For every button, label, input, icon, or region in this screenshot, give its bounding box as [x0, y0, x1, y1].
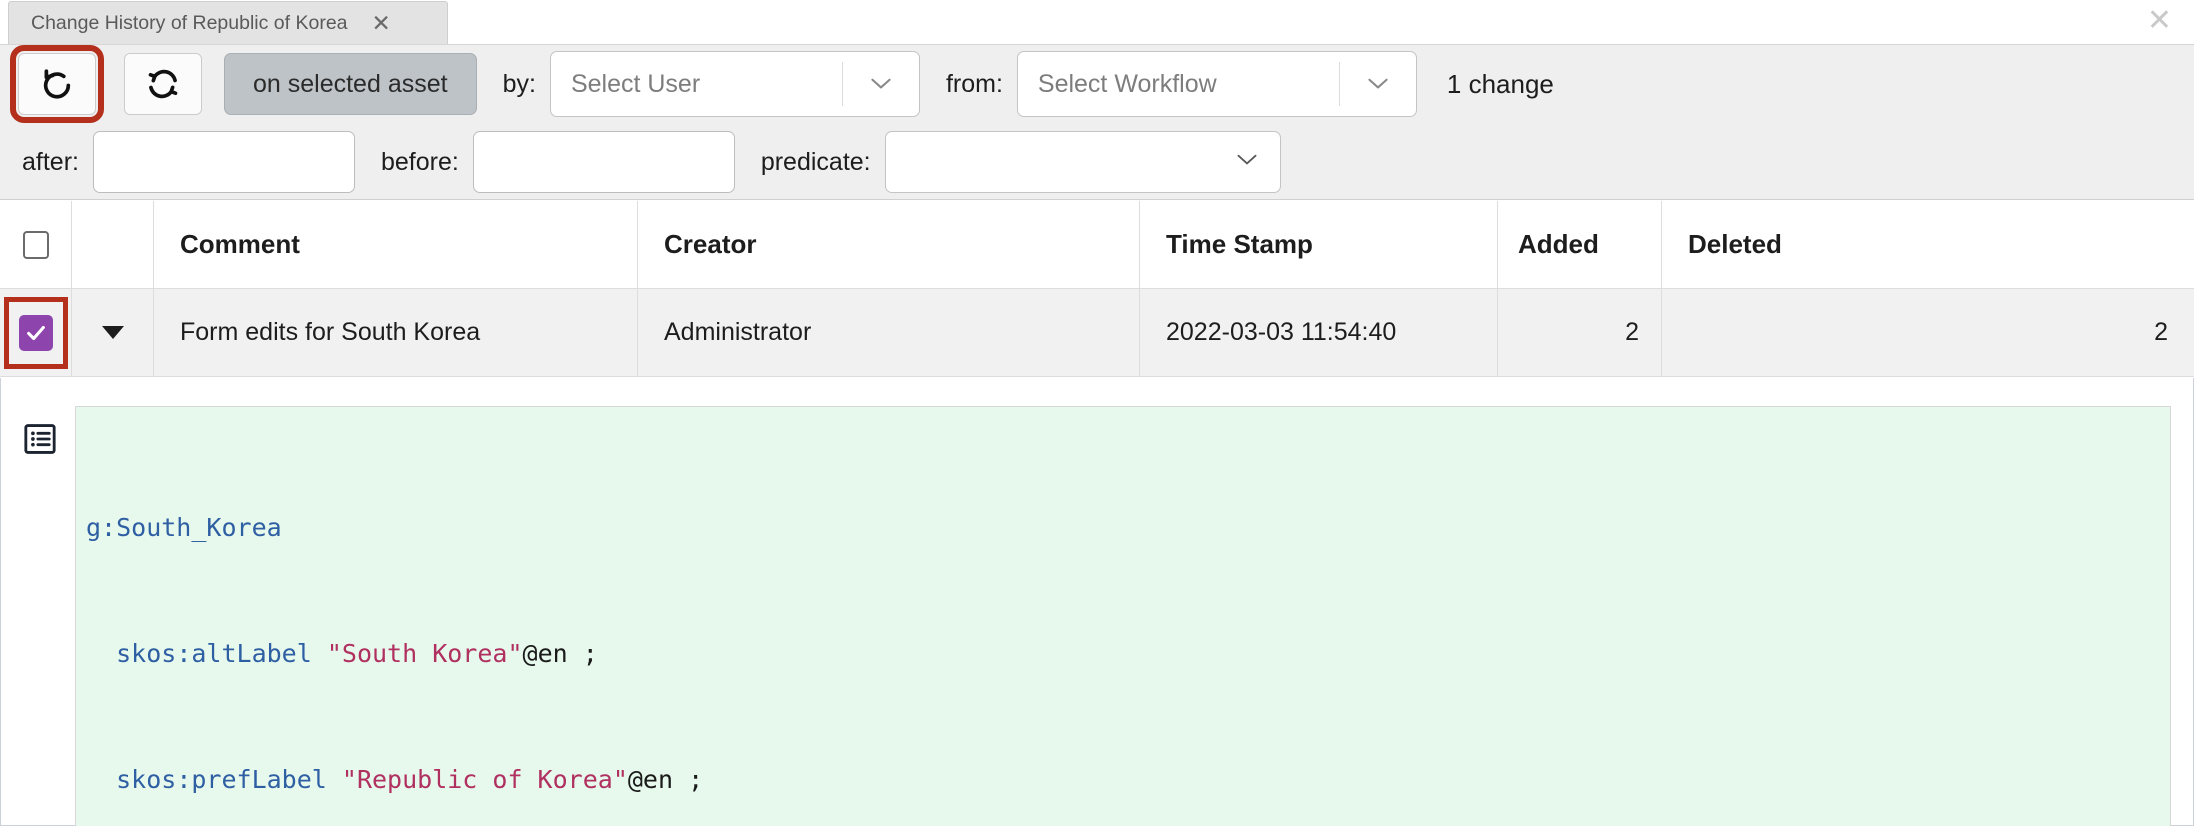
close-icon[interactable]: ✕ [372, 12, 391, 35]
workflow-select-value: Select Workflow [1018, 70, 1339, 99]
refresh-button[interactable] [124, 53, 202, 115]
select-all-cell[interactable] [0, 201, 72, 288]
table-row[interactable]: Form edits for South Korea Administrator… [0, 289, 2194, 377]
row-creator: Administrator [638, 289, 1140, 376]
chevron-down-icon[interactable] [1236, 153, 1258, 171]
diff-blocks: g:South_Korea skos:altLabel "South Korea… [75, 406, 2171, 826]
refresh-icon [146, 67, 180, 101]
row-deleted-count: 2 [1662, 289, 2194, 376]
by-label: by: [503, 70, 536, 99]
user-select[interactable]: Select User [550, 51, 920, 117]
scope-toggle-label: on selected asset [253, 70, 448, 99]
change-count-label: 1 change [1447, 69, 1554, 100]
diff-added-line-0: skos:altLabel "South Korea"@en ; [76, 633, 2170, 675]
expander-header-cell [72, 201, 154, 288]
chevron-down-icon[interactable] [102, 326, 124, 339]
change-history-table: Comment Creator Time Stamp Added Deleted… [0, 201, 2194, 377]
after-label: after: [22, 148, 79, 177]
window-close-icon[interactable]: ✕ [2147, 6, 2172, 36]
tab-title: Change History of Republic of Korea [31, 12, 348, 35]
scope-toggle-button[interactable]: on selected asset [224, 53, 477, 115]
select-all-checkbox[interactable] [23, 231, 49, 259]
chevron-down-icon[interactable] [843, 78, 919, 90]
row-expander-cell[interactable] [72, 289, 154, 376]
workflow-select[interactable]: Select Workflow [1017, 51, 1417, 117]
header-timestamp[interactable]: Time Stamp [1140, 201, 1498, 288]
list-details-icon[interactable] [23, 422, 57, 456]
diff-added-line-1: skos:prefLabel "Republic of Korea"@en ; [76, 759, 2170, 801]
row-select-cell[interactable] [0, 289, 72, 376]
row-comment: Form edits for South Korea [154, 289, 638, 376]
predicate-label: predicate: [761, 148, 871, 177]
header-deleted[interactable]: Deleted [1662, 201, 2194, 288]
filter-row-secondary: after: before: predicate: [0, 123, 2194, 201]
row-select-highlight [9, 302, 63, 364]
predicate-select[interactable] [885, 131, 1281, 193]
header-creator[interactable]: Creator [638, 201, 1140, 288]
diff-block-added: g:South_Korea skos:altLabel "South Korea… [76, 407, 2170, 826]
undo-icon [40, 67, 74, 101]
tab-change-history[interactable]: Change History of Republic of Korea ✕ [8, 1, 448, 44]
before-label: before: [381, 148, 459, 177]
filter-toolbar: on selected asset by: Select User from: … [0, 44, 2194, 200]
diff-panel: g:South_Korea skos:altLabel "South Korea… [0, 378, 2194, 826]
tab-strip: Change History of Republic of Korea ✕ ✕ [0, 0, 2194, 44]
chevron-down-icon[interactable] [1340, 78, 1416, 90]
row-select-checkbox[interactable] [19, 315, 53, 351]
after-date-input[interactable] [93, 131, 355, 193]
row-timestamp: 2022-03-03 11:54:40 [1140, 289, 1498, 376]
user-select-value: Select User [551, 70, 842, 99]
table-header-row: Comment Creator Time Stamp Added Deleted [0, 201, 2194, 289]
from-label: from: [946, 70, 1003, 99]
change-history-window: Change History of Republic of Korea ✕ ✕ [0, 0, 2194, 826]
row-added-count: 2 [1498, 289, 1662, 376]
header-comment[interactable]: Comment [154, 201, 638, 288]
before-date-input[interactable] [473, 131, 735, 193]
diff-added-subject: g:South_Korea [76, 507, 2170, 549]
revert-button[interactable] [18, 53, 96, 115]
filter-row-primary: on selected asset by: Select User from: … [0, 45, 2194, 123]
header-added[interactable]: Added [1498, 201, 1662, 288]
